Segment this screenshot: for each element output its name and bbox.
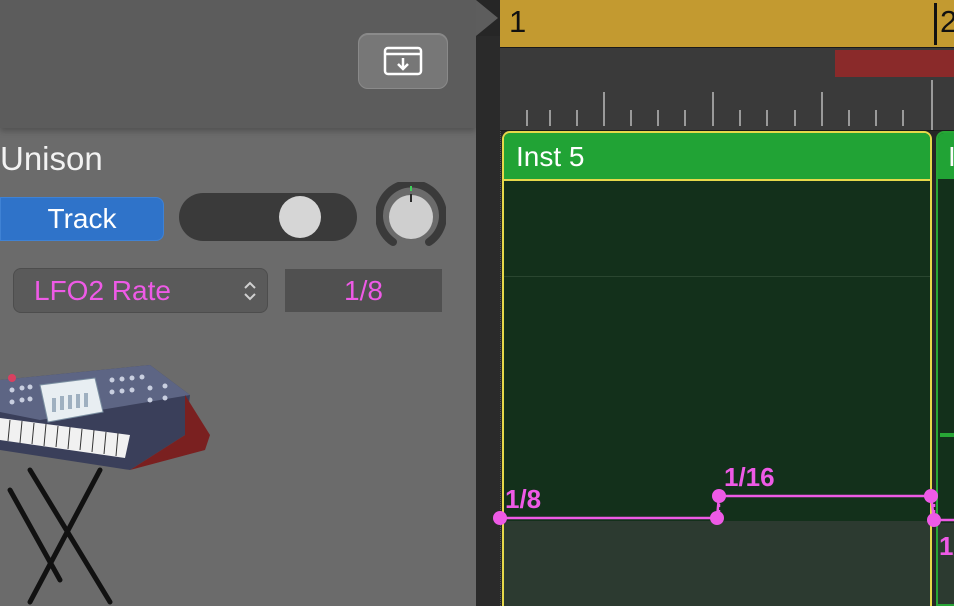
region-header[interactable]: I	[938, 133, 954, 179]
toggle-thumb	[279, 196, 321, 238]
download-to-tray-icon	[383, 46, 423, 76]
section-title: Unison	[0, 140, 103, 177]
rotary-knob-icon[interactable]	[376, 182, 446, 252]
playhead-marker[interactable]	[476, 0, 498, 36]
bar-number: 1	[509, 4, 527, 39]
parameter-value-field[interactable]: 1/8	[285, 269, 442, 312]
parameter-select-label: LFO2 Rate	[34, 275, 171, 306]
midi-region-next[interactable]: I	[936, 131, 954, 606]
region-lane-divider	[504, 276, 930, 277]
tracks-area[interactable]: 1 2 Inst 5 I	[476, 0, 954, 606]
bar-number: 2	[940, 4, 954, 39]
inspector-panel: Unison Track LFO2 Rate 1/8	[0, 0, 476, 606]
region-name: Inst 5	[516, 141, 585, 172]
region-name: I	[948, 141, 954, 173]
up-down-chevron-icon	[244, 281, 256, 301]
synthesizer-image	[0, 365, 210, 605]
automation-fill	[938, 523, 954, 604]
track-button[interactable]: Track	[0, 197, 164, 241]
track-gutter	[476, 36, 501, 606]
marker-region[interactable]	[835, 50, 954, 77]
automation-fill	[504, 521, 930, 606]
inspector-header	[0, 0, 476, 128]
unison-toggle[interactable]	[179, 193, 357, 241]
parameter-select[interactable]: LFO2 Rate	[13, 268, 268, 313]
region-note	[940, 433, 954, 437]
timeline-ruler[interactable]	[500, 80, 954, 131]
region-header[interactable]: Inst 5	[504, 133, 930, 181]
show-plugin-button[interactable]	[358, 33, 448, 89]
bar-divider	[934, 3, 937, 45]
midi-region[interactable]: Inst 5	[502, 131, 932, 606]
cycle-area[interactable]	[500, 0, 954, 47]
